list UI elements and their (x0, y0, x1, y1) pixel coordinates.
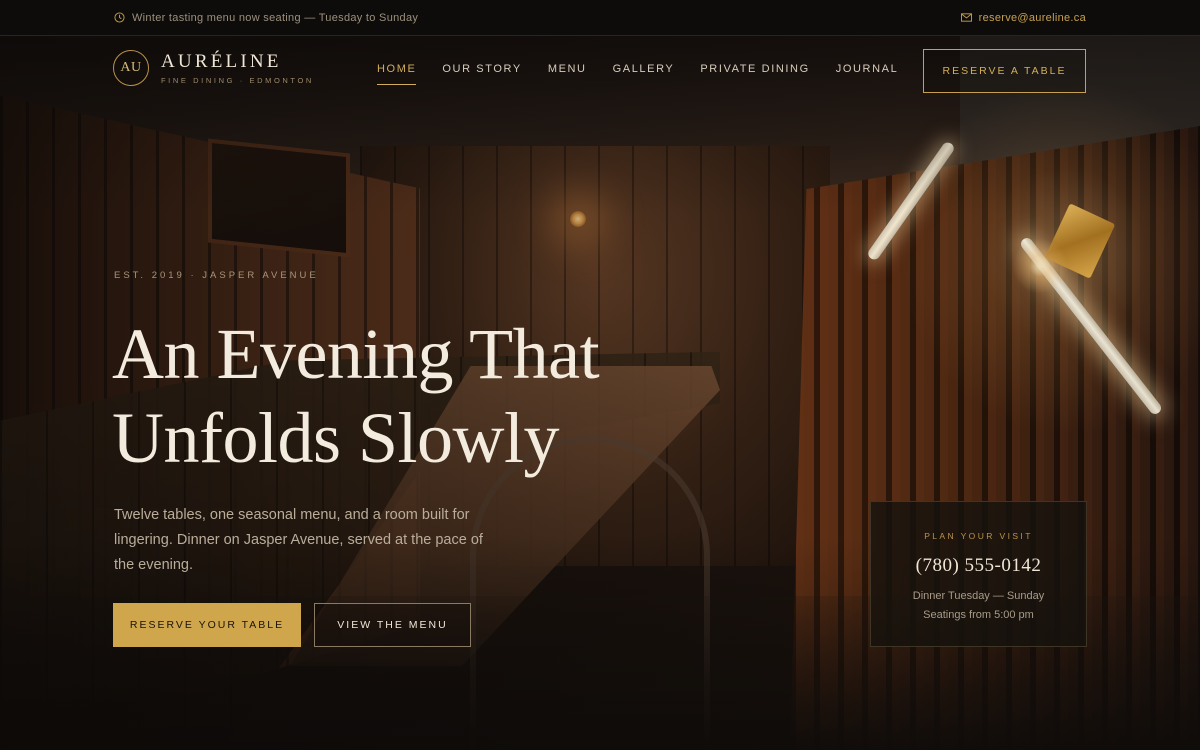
nav-item-gallery[interactable]: GALLERY (613, 63, 675, 85)
brand-logo[interactable]: AU AURÉLINE FINE DINING · EDMONTON (113, 50, 314, 86)
plan-visit-card: PLAN YOUR VISIT (780) 555-0142 Dinner Tu… (870, 501, 1087, 647)
announcement-bar: Winter tasting menu now seating — Tuesda… (0, 0, 1200, 36)
nav-item-private-dining[interactable]: PRIVATE DINING (700, 63, 809, 85)
announcement: Winter tasting menu now seating — Tuesda… (114, 12, 418, 24)
headline-line-1: An Evening That (112, 314, 600, 394)
hero-headline: An Evening That Unfolds Slowly (112, 312, 732, 480)
nav-item-home[interactable]: HOME (377, 63, 417, 85)
phone-number[interactable]: (780) 555-0142 (871, 555, 1086, 577)
nav-item-our-story[interactable]: OUR STORY (442, 63, 521, 85)
main-navigation: AU AURÉLINE FINE DINING · EDMONTON HOME … (0, 36, 1200, 106)
seating-times: Seatings from 5:00 pm (923, 609, 1034, 621)
monogram-logo: AU (113, 50, 149, 86)
brand-name: AURÉLINE (161, 51, 282, 72)
view-menu-button[interactable]: VIEW THE MENU (314, 603, 471, 647)
plan-visit-label: PLAN YOUR VISIT (924, 531, 1033, 541)
announcement-text: Winter tasting menu now seating — Tuesda… (132, 11, 419, 24)
reserve-table-button[interactable]: RESERVE A TABLE (923, 49, 1086, 93)
clock-icon (114, 12, 125, 23)
email-text[interactable]: reserve@aureline.ca (979, 12, 1086, 24)
nav-item-menu[interactable]: MENU (548, 63, 587, 85)
headline-line-2: Unfolds Slowly (112, 398, 560, 478)
nav-item-journal[interactable]: JOURNAL (836, 63, 899, 85)
hero-description: Twelve tables, one seasonal menu, and a … (114, 507, 483, 573)
nav-menu: HOME OUR STORY MENU GALLERY PRIVATE DINI… (377, 63, 898, 85)
dinner-hours: Dinner Tuesday — Sunday (912, 590, 1045, 602)
brand-text: AURÉLINE FINE DINING · EDMONTON (161, 51, 314, 85)
mail-icon (960, 13, 972, 22)
email-link[interactable]: reserve@aureline.ca (960, 12, 1086, 24)
reserve-your-table-button[interactable]: RESERVE YOUR TABLE (113, 603, 301, 647)
brand-tagline: FINE DINING · EDMONTON (161, 76, 314, 85)
hero-eyebrow: EST. 2019 · JASPER AVENUE (114, 270, 319, 281)
